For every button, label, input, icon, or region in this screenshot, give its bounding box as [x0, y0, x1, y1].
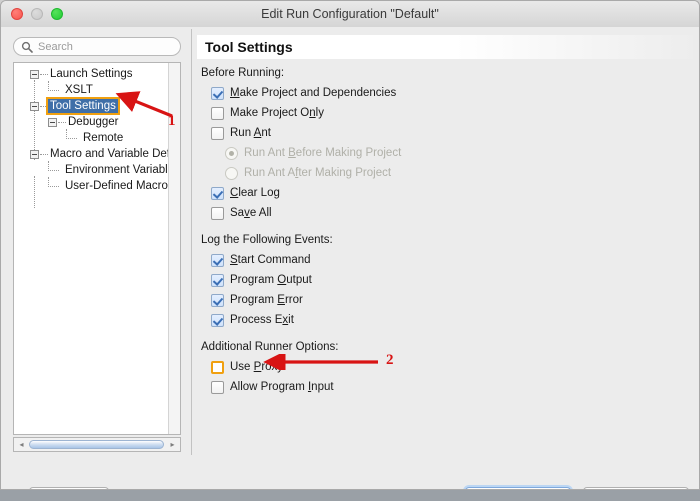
option-label: Make Project Only [230, 107, 324, 119]
checkbox-icon[interactable] [211, 127, 224, 140]
option-label: Save All [230, 207, 272, 219]
title-bar: Edit Run Configuration "Default" [1, 1, 699, 28]
dialog-button-bar: Help OK Cancel [1, 483, 699, 489]
expand-toggle-icon[interactable] [30, 102, 39, 111]
checkbox-icon[interactable] [211, 361, 224, 374]
expand-toggle-icon[interactable] [30, 70, 39, 79]
tree-item-label: Environment Variables [65, 164, 180, 176]
checkbox-icon[interactable] [211, 314, 224, 327]
option-label: MMake Project and Dependenciesake Projec… [230, 87, 397, 99]
option-label: Clear Log [230, 187, 280, 199]
tree-connector [48, 177, 59, 187]
edit-run-configuration-dialog: Edit Run Configuration "Default" Search [0, 0, 700, 490]
tool-settings-panel: Tool Settings Before Running: MMake Proj… [197, 33, 693, 453]
tree-inner: Launch Settings XSLT Tool Settings Debug… [14, 66, 180, 208]
tree-connector [66, 129, 77, 139]
option-label: Program Error [230, 294, 303, 306]
tree-item-label: Remote [83, 132, 124, 144]
option-label: Allow Program Input [230, 381, 334, 393]
checkbox-icon[interactable] [211, 207, 224, 220]
tree-item-label: Tool Settings [46, 97, 120, 115]
radio-icon [225, 147, 238, 160]
tree-connector [48, 81, 59, 91]
tree-item-label: Launch Settings [50, 68, 133, 80]
scroll-left-arrow-icon[interactable]: ◂ [15, 438, 28, 451]
tree-connector [48, 161, 59, 171]
group-title-additional-runner-options: Additional Runner Options: [201, 341, 339, 353]
tree-item-label: Debugger [68, 116, 119, 128]
scrollbar-thumb[interactable] [29, 440, 164, 449]
checkbox-icon[interactable] [211, 187, 224, 200]
tree-item-xslt[interactable]: XSLT [14, 81, 180, 98]
group-title-log-events: Log the Following Events: [201, 234, 333, 246]
tree-item-macro-and-variable-definitions[interactable]: Macro and Variable Definiti [14, 146, 180, 162]
dialog-content: Search Launch Settings XSLT Tool Setting… [1, 27, 699, 489]
window-title: Edit Run Configuration "Default" [261, 7, 439, 21]
checkbox-icon[interactable] [211, 294, 224, 307]
tree-item-launch-settings[interactable]: Launch Settings [14, 66, 180, 82]
annotation-number-2: 2 [386, 352, 394, 368]
tree-item-environment-variables[interactable]: Environment Variables [14, 161, 180, 178]
option-label: Run Ant [230, 127, 271, 139]
tree-item-remote[interactable]: Remote [14, 129, 180, 146]
scroll-right-arrow-icon[interactable]: ▸ [166, 438, 179, 451]
radio-icon [225, 167, 238, 180]
option-label: Use Proxy [230, 361, 284, 373]
settings-sidebar: Search Launch Settings XSLT Tool Setting… [9, 33, 187, 453]
group-title-before-running: Before Running: [201, 67, 285, 79]
option-label: Run Ant Before Making Project [244, 147, 402, 159]
tree-item-label: Macro and Variable Definiti [50, 148, 181, 160]
expand-toggle-icon[interactable] [48, 118, 57, 127]
search-placeholder: Search [38, 41, 73, 53]
tree-item-debugger[interactable]: Debugger [14, 114, 180, 130]
option-label: Start Command [230, 254, 311, 266]
ok-button[interactable]: OK [465, 487, 571, 489]
option-label: Program Output [230, 274, 312, 286]
search-icon [21, 41, 33, 53]
expand-toggle-icon[interactable] [30, 150, 39, 159]
tree-item-label: XSLT [65, 84, 93, 96]
annotation-number-1: 1 [168, 113, 176, 129]
tree-item-tool-settings[interactable]: Tool Settings [14, 97, 180, 115]
settings-tree[interactable]: Launch Settings XSLT Tool Settings Debug… [13, 62, 181, 435]
help-button[interactable]: Help [29, 487, 109, 489]
option-label: Process Exit [230, 314, 294, 326]
checkbox-icon[interactable] [211, 87, 224, 100]
tree-horizontal-scrollbar[interactable]: ◂ ▸ [13, 437, 181, 452]
checkbox-icon[interactable] [211, 274, 224, 287]
panel-header: Tool Settings [197, 35, 693, 59]
checkbox-icon[interactable] [211, 107, 224, 120]
search-field[interactable]: Search [13, 37, 181, 56]
tree-item-user-defined-macros[interactable]: User-Defined Macros [14, 177, 180, 194]
pane-divider [191, 29, 192, 455]
tree-item-label: User-Defined Macros [65, 180, 174, 192]
option-label: Run Ant After Making Project [244, 167, 392, 179]
checkbox-icon[interactable] [211, 381, 224, 394]
checkbox-icon[interactable] [211, 254, 224, 267]
cancel-button[interactable]: Cancel [583, 487, 689, 489]
page-title: Tool Settings [205, 39, 293, 55]
